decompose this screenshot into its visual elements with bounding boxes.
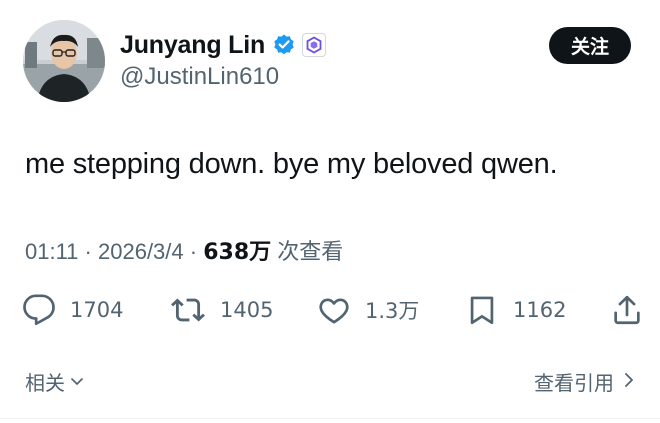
view-quotes-link[interactable]: 查看引用 [534,367,636,396]
related-label: 相关 [25,371,65,395]
follow-button[interactable]: 关注 [549,27,631,64]
chevron-right-icon [622,370,636,394]
heart-icon [317,293,351,327]
bookmark-icon [465,293,499,327]
view-quotes-label: 查看引用 [534,371,614,395]
reply-count: 1704 [70,298,124,322]
bookmark-button[interactable]: 1162 [465,288,566,332]
meta-separator: · [189,239,198,264]
reply-icon [22,293,56,327]
share-button[interactable] [610,288,644,332]
verified-badge-icon[interactable] [272,33,296,57]
author-name-row: Junyang Lin [120,28,327,62]
author-handle[interactable]: @JustinLin610 [120,63,279,91]
related-dropdown[interactable]: 相关 [25,367,85,396]
tweet-meta: 01:11 · 2026/3/4 · 638万 次查看 [25,234,343,266]
retweet-count: 1405 [220,298,274,322]
meta-separator: · [84,239,92,264]
tweet-date[interactable]: 2026/3/4 [98,239,184,264]
divider [0,418,660,419]
tweet-text: me stepping down. bye my beloved qwen. [25,148,558,180]
author-display-name[interactable]: Junyang Lin [120,31,265,60]
share-icon [610,293,644,327]
tweet-time[interactable]: 01:11 [25,239,78,264]
bookmark-count: 1162 [513,298,567,322]
action-bar: 1704 1405 1.3万 1162 [22,288,644,332]
avatar[interactable] [23,20,105,102]
retweet-button[interactable]: 1405 [170,288,273,332]
retweet-icon [170,293,206,327]
like-count: 1.3万 [365,299,420,323]
chevron-down-icon [69,370,85,394]
views-count[interactable]: 638万 [203,240,271,265]
tweet-card: Junyang Lin @JustinLin610 关注 me stepping… [0,0,660,423]
reply-button[interactable]: 1704 [22,288,123,332]
views-label: 次查看 [277,240,344,265]
qwen-logo-icon[interactable] [302,33,327,57]
like-button[interactable]: 1.3万 [317,288,419,332]
